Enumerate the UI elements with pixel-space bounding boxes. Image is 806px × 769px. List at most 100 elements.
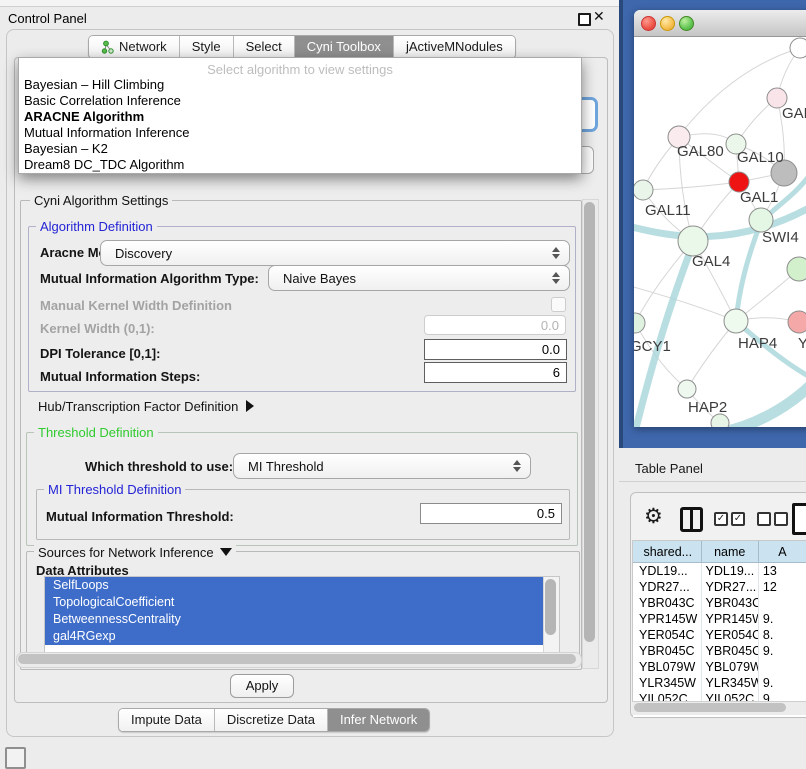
- hub-definition-toggle[interactable]: Hub/Transcription Factor Definition: [38, 399, 254, 414]
- node-label: GAL11: [645, 202, 691, 219]
- node-label: GAL10: [737, 149, 784, 166]
- network-edge[interactable]: [687, 321, 736, 389]
- sources-toggle[interactable]: Sources for Network Inference: [34, 545, 236, 560]
- network-canvas[interactable]: GALGAL80GAL10GAL1GAL11SWI4GAL4GCY1HAP4YH…: [634, 36, 806, 427]
- node-label: GAL1: [740, 189, 778, 206]
- table-body[interactable]: YDL19...YDL19...13YDR27...YDR27...12YBR0…: [633, 563, 806, 707]
- cyni-bottom-tabbar: Impute DataDiscretize DataInfer Network: [118, 708, 430, 732]
- zoom-traffic-light-icon[interactable]: [679, 16, 694, 31]
- table-row[interactable]: YBL079WYBL079W: [633, 659, 806, 675]
- kernel-width-field[interactable]: [424, 315, 566, 335]
- collapse-down-icon: [220, 548, 232, 556]
- data-attribute-item-selected[interactable]: BetweennessCentrality: [45, 611, 544, 628]
- node-label: GAL4: [692, 253, 730, 270]
- tab-infer-network[interactable]: Infer Network: [327, 709, 429, 731]
- algorithm-option[interactable]: ARACNE Algorithm: [24, 109, 144, 124]
- algorithm-option[interactable]: Mutual Information Inference: [24, 125, 189, 140]
- close-traffic-light-icon[interactable]: [641, 16, 656, 31]
- tab-style[interactable]: Style: [179, 36, 233, 58]
- float-window-icon[interactable]: [578, 13, 591, 26]
- node-label: HAP4: [738, 335, 777, 352]
- new-table-icon[interactable]: [792, 503, 806, 535]
- checked-checkbox-icon[interactable]: ✓: [714, 512, 728, 526]
- aracne-mode-select[interactable]: Discovery: [100, 240, 570, 266]
- unchecked-checkbox-icon[interactable]: [774, 512, 788, 526]
- data-attribute-item-selected[interactable]: SelfLoops: [45, 577, 544, 594]
- tab-impute-data[interactable]: Impute Data: [119, 709, 214, 731]
- node-label: GCY1: [634, 338, 671, 355]
- mi-algorithm-type-select[interactable]: Naive Bayes: [268, 265, 570, 291]
- table-row[interactable]: YDL19...YDL19...13: [633, 563, 806, 579]
- algorithm-option[interactable]: Basic Correlation Inference: [24, 93, 181, 108]
- divider: [619, 481, 806, 482]
- network-node[interactable]: [790, 38, 806, 58]
- mi-threshold-definition-title: MI Threshold Definition: [44, 482, 185, 497]
- gear-icon[interactable]: ⚙: [644, 504, 663, 530]
- table-header[interactable]: shared...nameA: [633, 541, 806, 563]
- dpi-tolerance-field[interactable]: [424, 339, 567, 360]
- mi-threshold-field[interactable]: [420, 503, 562, 524]
- node-table[interactable]: shared...nameA YDL19...YDL19...13YDR27..…: [632, 540, 806, 717]
- dropdown-placeholder: Select algorithm to view settings: [19, 62, 581, 77]
- column-header[interactable]: A: [759, 541, 806, 563]
- network-edge[interactable]: [643, 182, 739, 190]
- show-columns-icon[interactable]: [680, 507, 703, 532]
- table-panel-title: Table Panel: [635, 461, 703, 476]
- node-label: GAL80: [677, 143, 724, 160]
- tab-discretize-data[interactable]: Discretize Data: [214, 709, 327, 731]
- algorithm-option[interactable]: Dream8 DC_TDC Algorithm: [24, 157, 184, 172]
- column-header[interactable]: shared...: [633, 541, 702, 563]
- mi-steps-field[interactable]: [424, 362, 567, 383]
- mi-steps-label: Mutual Information Steps:: [40, 369, 200, 384]
- network-node[interactable]: [788, 311, 806, 333]
- table-row[interactable]: YDR27...YDR27...12: [633, 579, 806, 595]
- table-row[interactable]: YLR345WYLR345W9.: [633, 675, 806, 691]
- dpi-tolerance-label: DPI Tolerance [0,1]:: [40, 346, 160, 361]
- threshold-definition-title: Threshold Definition: [34, 425, 158, 440]
- spinner-arrows-icon: [551, 247, 560, 259]
- group-title: Cyni Algorithm Settings: [30, 193, 172, 208]
- tab-select[interactable]: Select: [233, 36, 294, 58]
- panel-title: Control Panel: [8, 11, 87, 26]
- expand-right-icon: [246, 400, 254, 412]
- network-node[interactable]: [678, 380, 696, 398]
- network-node[interactable]: [678, 226, 708, 256]
- network-node[interactable]: [634, 180, 653, 200]
- algorithm-option[interactable]: Bayesian – Hill Climbing: [24, 77, 164, 92]
- node-label: GAL: [782, 105, 806, 122]
- manual-kernel-width-checkbox[interactable]: [551, 297, 566, 312]
- apply-button[interactable]: Apply: [230, 674, 294, 698]
- which-threshold-select[interactable]: MI Threshold: [233, 453, 531, 479]
- network-node[interactable]: [634, 313, 645, 333]
- table-scrollbar-thumb[interactable]: [634, 703, 786, 712]
- tab-jactivemnodules[interactable]: jActiveMNodules: [393, 36, 515, 58]
- data-attribute-item-selected[interactable]: gal4RGexp: [45, 628, 544, 645]
- unchecked-checkbox-icon[interactable]: [757, 512, 771, 526]
- node-label: SWI4: [762, 229, 799, 246]
- vertical-scrollbar-thumb[interactable]: [584, 202, 595, 642]
- network-edge[interactable]: [636, 244, 693, 427]
- tab-network[interactable]: Network: [89, 36, 179, 58]
- network-node[interactable]: [787, 257, 806, 281]
- data-attributes-list[interactable]: SelfLoopsTopologicalCoefficientBetweenne…: [44, 576, 545, 654]
- algorithm-dropdown-popup: Select algorithm to view settings Bayesi…: [18, 57, 582, 174]
- table-row[interactable]: YPR145WYPR145W9.: [633, 611, 806, 627]
- tab-cyni-toolbox[interactable]: Cyni Toolbox: [294, 36, 393, 58]
- dock-panel-icon[interactable]: [5, 747, 26, 769]
- network-edge[interactable]: [736, 222, 761, 321]
- table-row[interactable]: YBR043CYBR043C: [633, 595, 806, 611]
- mi-algorithm-type-label: Mutual Information Algorithm Type:: [40, 271, 259, 286]
- attributes-scrollbar-thumb[interactable]: [545, 579, 556, 635]
- minimize-traffic-light-icon[interactable]: [660, 16, 675, 31]
- table-row[interactable]: YBR045CYBR045C9.: [633, 643, 806, 659]
- network-node[interactable]: [724, 309, 748, 333]
- horizontal-scrollbar-thumb[interactable]: [18, 654, 576, 664]
- manual-kernel-width-label: Manual Kernel Width Definition: [40, 298, 232, 313]
- close-icon[interactable]: ✕: [593, 8, 605, 25]
- checked-checkbox-icon[interactable]: ✓: [731, 512, 745, 526]
- column-header[interactable]: name: [702, 541, 759, 563]
- table-row[interactable]: YER054CYER054C8.: [633, 627, 806, 643]
- control-panel-tabbar: NetworkStyleSelectCyni ToolboxjActiveMNo…: [88, 35, 516, 59]
- algorithm-option[interactable]: Bayesian – K2: [24, 141, 108, 156]
- data-attribute-item-selected[interactable]: TopologicalCoefficient: [45, 594, 544, 611]
